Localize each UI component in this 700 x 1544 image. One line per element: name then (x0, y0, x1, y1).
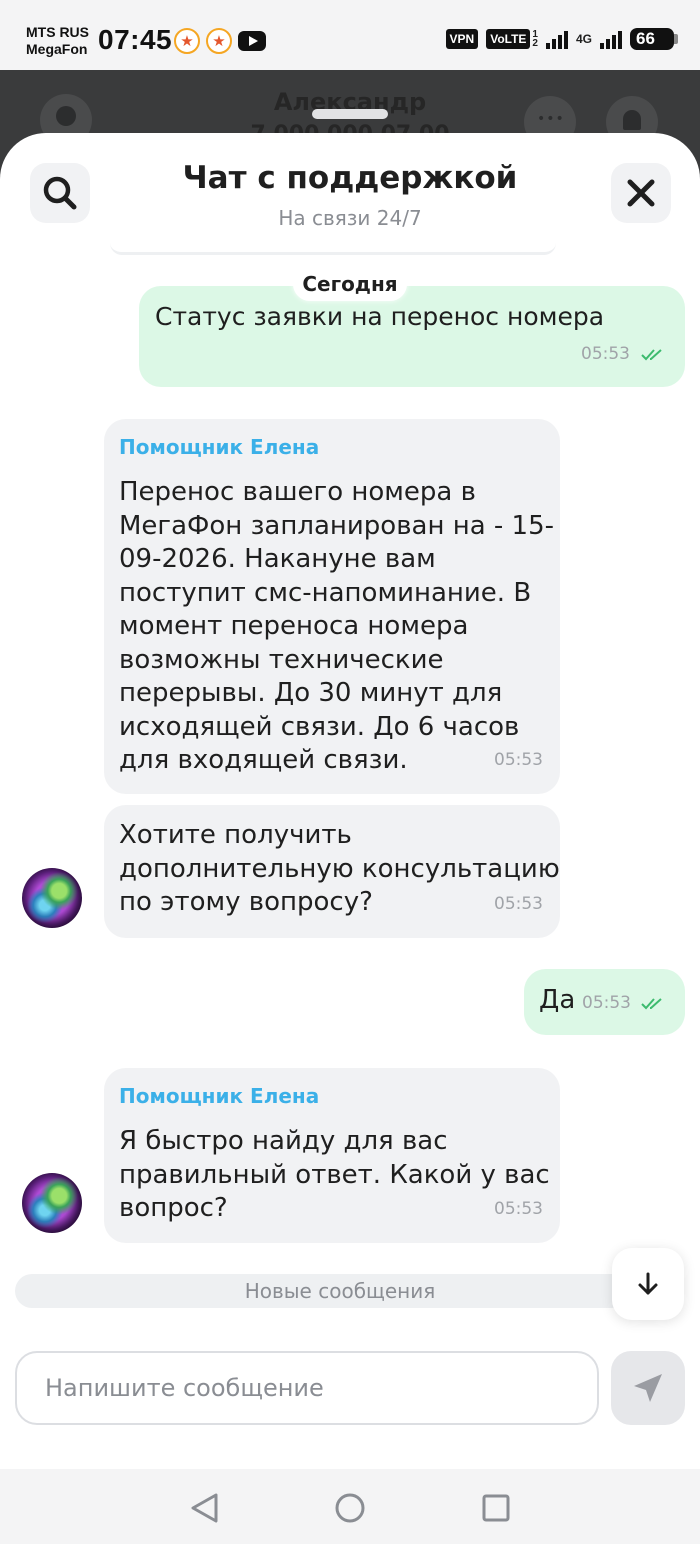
message-time: 05:53 (494, 1199, 543, 1219)
new-messages-divider: Новые сообщения (15, 1274, 665, 1308)
chat-subtitle: На связи 24/7 (278, 206, 422, 230)
bot-avatar (22, 1173, 82, 1233)
double-check-icon (641, 349, 662, 361)
message-input[interactable] (15, 1351, 599, 1425)
system-navigation-bar (0, 1469, 700, 1544)
date-separator: Сегодня (293, 267, 407, 301)
recents-square-icon (482, 1494, 510, 1522)
vpn-icon: VPN (445, 29, 479, 49)
message-author: Помощник Елена (119, 435, 320, 459)
scroll-down-button[interactable] (612, 1248, 684, 1320)
message-text: Я быстро найду для вас правильный ответ.… (119, 1126, 550, 1223)
chat-title: Чат с поддержкой (182, 160, 518, 196)
battery-icon: 66 (630, 28, 678, 50)
message-author: Помощник Елена (119, 1084, 320, 1108)
send-button[interactable] (611, 1351, 685, 1425)
message-text: Перенос вашего номера в МегаФон запланир… (119, 477, 555, 775)
star-app-icon: ★ (174, 28, 200, 54)
close-icon (627, 179, 655, 207)
youtube-icon (238, 31, 266, 51)
message-time: 05:53 (494, 894, 543, 914)
volte-icon: VoLTE (486, 29, 531, 49)
sheet-drag-handle[interactable] (312, 109, 388, 119)
send-icon (634, 1374, 662, 1402)
message-time: 05:53 (582, 993, 631, 1013)
bot-message[interactable]: Хотите получить дополнительную консульта… (104, 805, 560, 938)
carrier-name-1: MTS RUS (26, 24, 89, 40)
bot-avatar (22, 868, 82, 928)
status-time: 07:45 (98, 24, 173, 55)
bot-message[interactable]: Помощник Елена Я быстро найду для вас пр… (104, 1068, 560, 1243)
notification-icons: ★ ★ (174, 28, 266, 54)
message-text: Статус заявки на перенос номера (155, 302, 605, 331)
previous-message-edge (110, 243, 556, 255)
carrier-names: MTS RUS MegaFon (26, 24, 89, 58)
message-time: 05:53 (581, 344, 630, 364)
system-icons: VPN VoLTE 1 2 4G 66 (445, 28, 678, 50)
back-nav-button[interactable] (187, 1491, 221, 1525)
double-check-icon (641, 998, 662, 1010)
signal-icon-2 (600, 29, 622, 49)
home-circle-icon (335, 1493, 365, 1523)
message-text: Да (539, 985, 576, 1015)
support-chat-sheet: Чат с поддержкой На связи 24/7 Сегодня С… (0, 133, 700, 1469)
star-app-icon: ★ (206, 28, 232, 54)
status-bar: MTS RUS MegaFon 07:45 ★ ★ VPN VoLTE 1 2 … (0, 0, 700, 70)
battery-percent: 66 (636, 29, 655, 48)
home-nav-button[interactable] (333, 1491, 367, 1525)
network-type: 4G (575, 32, 592, 46)
user-message[interactable]: Да 05:53 (524, 969, 685, 1035)
sim-slot-indicator: 1 2 (532, 29, 538, 49)
message-time: 05:53 (494, 750, 543, 770)
carrier-name-2: MegaFon (26, 41, 88, 57)
recents-nav-button[interactable] (479, 1491, 513, 1525)
close-button[interactable] (611, 163, 671, 223)
back-triangle-icon (191, 1493, 218, 1523)
signal-icon (545, 29, 568, 49)
user-message[interactable]: Статус заявки на перенос номера 05:53 (139, 286, 685, 387)
bot-message[interactable]: Помощник Елена Перенос вашего номера в М… (104, 419, 560, 794)
arrow-down-icon (638, 1272, 658, 1295)
